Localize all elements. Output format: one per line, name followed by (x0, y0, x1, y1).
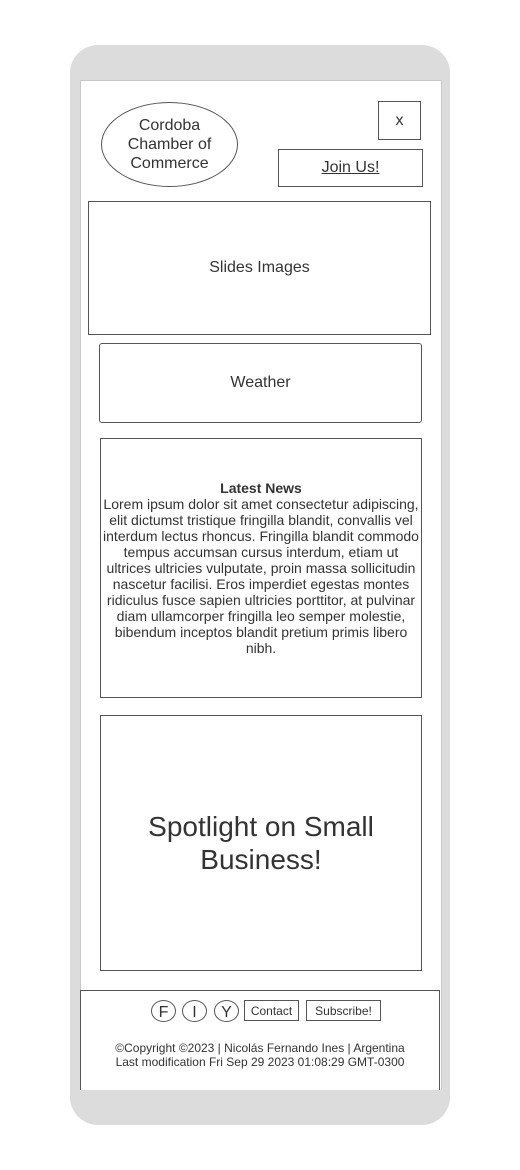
news-body: Lorem ipsum dolor sit amet consectetur a… (103, 496, 419, 656)
join-us-button[interactable]: Join Us! (278, 149, 423, 187)
spotlight-section: Spotlight on Small Business! (100, 715, 422, 971)
latest-news-section: Latest News Lorem ipsum dolor sit amet c… (100, 438, 422, 698)
spotlight-title: Spotlight on Small Business! (148, 811, 374, 875)
weather-label: Weather (230, 374, 291, 391)
slides-images-placeholder: Slides Images (88, 201, 431, 335)
subscribe-button[interactable]: Subscribe! (306, 1000, 381, 1021)
news-title: Latest News (220, 480, 302, 496)
copyright-text: ©Copyright ©2023 | Nicolás Fernando Ines… (115, 1041, 405, 1055)
youtube-icon[interactable]: Y (214, 1000, 239, 1022)
instagram-icon[interactable]: I (182, 1000, 207, 1022)
weather-widget: Weather (99, 343, 422, 423)
contact-button[interactable]: Contact (244, 1000, 299, 1021)
close-button[interactable]: x (378, 101, 421, 140)
last-modified-text: Last modification Fri Sep 29 2023 01:08:… (115, 1055, 405, 1069)
facebook-icon[interactable]: F (151, 1000, 176, 1022)
slides-label: Slides Images (209, 259, 310, 276)
copyright-block: ©Copyright ©2023 | Nicolás Fernando Ines… (80, 1041, 440, 1069)
chamber-logo[interactable]: Cordoba Chamber of Commerce (101, 102, 238, 187)
